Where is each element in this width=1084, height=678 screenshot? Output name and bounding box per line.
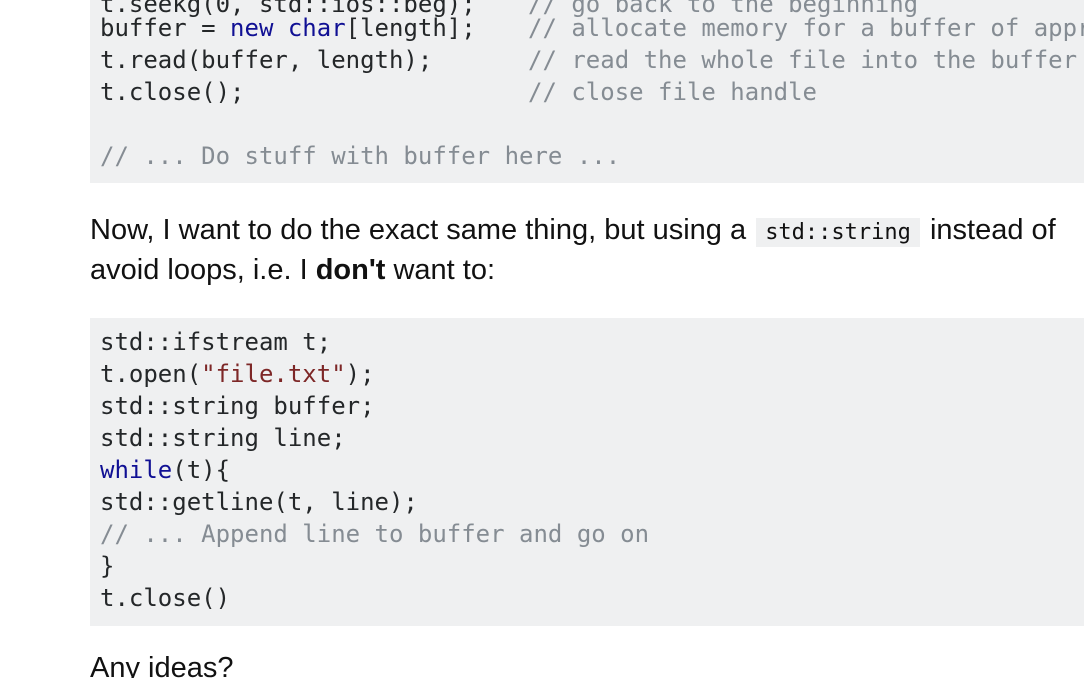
code-text: buffer = bbox=[100, 14, 231, 42]
code-string: "file.txt" bbox=[201, 360, 346, 388]
closing-question: Any ideas? bbox=[90, 652, 234, 678]
code-line: } bbox=[100, 552, 115, 580]
code-block-getline-loop: std::ifstream t; t.open("file.txt"); std… bbox=[90, 318, 1084, 626]
paragraph-text: want to: bbox=[393, 254, 496, 286]
code-line: std::string line; bbox=[100, 424, 346, 452]
code-text: t.read(buffer, length); bbox=[100, 46, 433, 74]
code-line-close: t.close(); bbox=[100, 76, 245, 108]
code-text: [length]; bbox=[345, 14, 476, 42]
code-block-file-read: t.seekg(0, std::ios::beg); // go back to… bbox=[90, 0, 1084, 183]
paragraph-text: Now, I want to do the exact same thing, … bbox=[90, 214, 747, 246]
paragraph-text: avoid loops, i.e. I bbox=[90, 254, 308, 286]
code-line: std::string buffer; bbox=[100, 392, 375, 420]
code-text: t.open( bbox=[100, 360, 202, 388]
inline-code-std-string: std::string bbox=[756, 218, 920, 247]
code-text: t.close(); bbox=[100, 78, 245, 106]
code-keyword: while bbox=[100, 456, 173, 484]
code-line: std::ifstream t; bbox=[100, 328, 332, 356]
code-line: t.open("file.txt"); bbox=[100, 358, 375, 390]
question-paragraph-line-1: Now, I want to do the exact same thing, … bbox=[90, 210, 1056, 253]
code-comment: // ... Append line to buffer and go on bbox=[100, 520, 650, 548]
code-line: std::getline(t, line); bbox=[100, 488, 418, 516]
code-line: while(t){ bbox=[100, 454, 230, 486]
code-comment-do-stuff: // ... Do stuff with buffer here ... bbox=[100, 142, 621, 170]
code-text: ); bbox=[345, 360, 375, 388]
code-comment: // allocate memory for a buffer of appro… bbox=[528, 14, 1084, 42]
question-paragraph-line-2: avoid loops, i.e. I don't want to: bbox=[90, 250, 495, 290]
code-line-allocate: buffer = new char[length]; bbox=[100, 12, 476, 44]
paragraph-text: instead of bbox=[929, 214, 1056, 246]
code-comment: // close file handle bbox=[528, 78, 817, 106]
code-text: (t){ bbox=[172, 456, 231, 484]
bold-emphasis: don't bbox=[315, 254, 386, 286]
code-comment: // read the whole file into the buffer bbox=[528, 46, 1078, 74]
code-keyword: char bbox=[287, 14, 346, 42]
code-line: t.close() bbox=[100, 584, 231, 612]
code-line-read: t.read(buffer, length); bbox=[100, 44, 432, 76]
code-keyword: new bbox=[230, 14, 274, 42]
